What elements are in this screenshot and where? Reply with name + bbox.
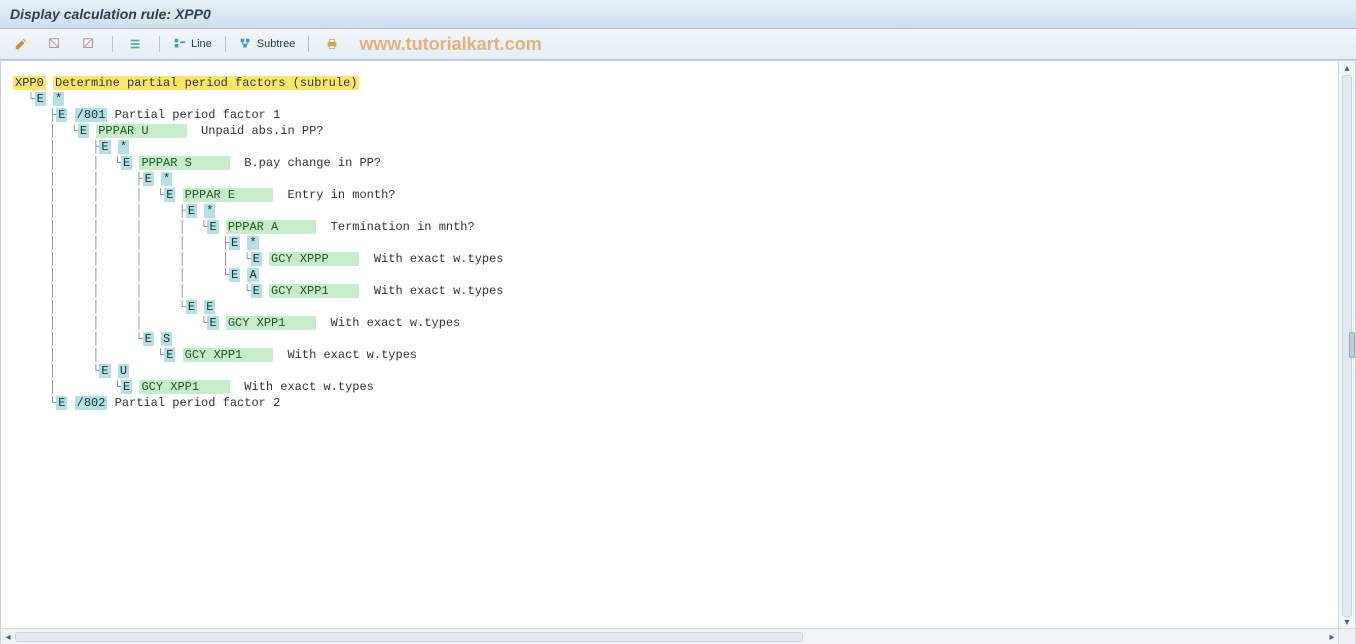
tree-operation[interactable]: GCY XPPP	[269, 252, 359, 266]
tree-desc: Entry in month?	[287, 188, 395, 202]
tree-tag[interactable]: E	[56, 396, 67, 410]
tree-tag[interactable]: E	[164, 348, 175, 362]
collapse-button[interactable]	[74, 33, 104, 55]
tree-tag[interactable]: E	[35, 92, 46, 106]
tree-desc: With exact w.types	[331, 316, 461, 330]
expand-button[interactable]	[40, 33, 70, 55]
edit-button[interactable]	[6, 33, 36, 55]
tree-tag[interactable]: E	[229, 236, 240, 250]
rule-tree[interactable]: XPP0 Determine partial period factors (s…	[1, 61, 1355, 411]
tree-desc: Partial period factor 1	[115, 108, 281, 122]
tree-tag[interactable]: E	[229, 268, 240, 282]
scroll-track[interactable]	[15, 630, 1325, 644]
page-title: Display calculation rule: XPP0	[0, 0, 1356, 29]
tree-desc: With exact w.types	[244, 380, 374, 394]
tree-code[interactable]: /801	[75, 108, 108, 122]
tree-tag[interactable]: E	[251, 284, 262, 298]
tree-operation[interactable]: GCY XPP1	[226, 316, 316, 330]
scroll-right-icon[interactable]: ▸	[1325, 630, 1339, 644]
tree-tag[interactable]: E	[99, 140, 110, 154]
tree-tag[interactable]: E	[164, 188, 175, 202]
line-label: Line	[191, 38, 212, 50]
scroll-down-icon[interactable]: ▾	[1340, 615, 1354, 629]
tree-desc: Partial period factor 2	[115, 396, 281, 410]
tree-operation[interactable]: PPPAR U	[96, 124, 186, 138]
tree-code[interactable]: *	[53, 92, 64, 106]
subtree-icon	[239, 37, 253, 51]
tree-code[interactable]: U	[118, 364, 129, 378]
content-area: XPP0 Determine partial period factors (s…	[0, 60, 1356, 644]
print-button[interactable]	[317, 33, 347, 55]
tree-operation[interactable]: GCY XPP1	[183, 348, 273, 362]
tree-tag[interactable]: E	[143, 172, 154, 186]
horizontal-scrollbar[interactable]: ◂ ▸	[1, 628, 1339, 644]
line-button[interactable]: Line	[168, 33, 217, 55]
tree-desc: B.pay change in PP?	[244, 156, 381, 170]
scroll-grip[interactable]	[1349, 332, 1355, 358]
tree-desc: With exact w.types	[374, 252, 504, 266]
toolbar: Line Subtree www.tutorialkart.com	[0, 29, 1356, 60]
tree-tag[interactable]: E	[78, 124, 89, 138]
tree-code[interactable]: *	[118, 140, 129, 154]
tree-desc: With exact w.types	[287, 348, 417, 362]
tree-desc: Termination in mnth?	[331, 220, 475, 234]
scroll-thumb[interactable]	[15, 632, 803, 642]
tree-operation[interactable]: GCY XPP1	[269, 284, 359, 298]
pencil-icon	[14, 37, 28, 51]
tree-operation[interactable]: PPPAR A	[226, 220, 316, 234]
tree-tag[interactable]: E	[143, 332, 154, 346]
tree-code[interactable]: A	[247, 268, 258, 282]
tree-tag[interactable]: E	[99, 364, 110, 378]
tree-tag[interactable]: E	[186, 300, 197, 314]
print-icon	[325, 37, 339, 51]
scroll-track[interactable]	[1340, 75, 1354, 615]
expand-icon	[48, 37, 62, 51]
separator	[159, 36, 160, 52]
tree-operation[interactable]: GCY XPP1	[139, 380, 229, 394]
tree-tag[interactable]: E	[251, 252, 262, 266]
tree-code[interactable]: *	[247, 236, 258, 250]
watermark: www.tutorialkart.com	[359, 34, 541, 55]
subtree-button[interactable]: Subtree	[234, 33, 301, 55]
tree-tag[interactable]: E	[121, 380, 132, 394]
tree-desc: Unpaid abs.in PP?	[201, 124, 323, 138]
tree-tag[interactable]: E	[121, 156, 132, 170]
scroll-corner	[1338, 628, 1355, 644]
tree-code[interactable]: S	[161, 332, 172, 346]
where-used-button[interactable]	[121, 33, 151, 55]
collapse-icon	[82, 37, 96, 51]
tree-tag[interactable]: E	[186, 204, 197, 218]
tree-root-desc: Determine partial period factors (subrul…	[53, 76, 359, 90]
tree-code[interactable]: *	[204, 204, 215, 218]
tree-desc: With exact w.types	[374, 284, 504, 298]
subtree-label: Subtree	[257, 38, 296, 50]
scroll-up-icon[interactable]: ▴	[1340, 61, 1354, 75]
tree-code[interactable]: /802	[75, 396, 108, 410]
list-icon	[129, 37, 143, 51]
vertical-scrollbar[interactable]: ▴ ▾	[1338, 61, 1355, 629]
tree-tag[interactable]: E	[207, 316, 218, 330]
scroll-left-icon[interactable]: ◂	[1, 630, 15, 644]
tree-code[interactable]: E	[204, 300, 215, 314]
separator	[308, 36, 309, 52]
separator	[112, 36, 113, 52]
tree-operation[interactable]: PPPAR S	[139, 156, 229, 170]
line-icon	[173, 37, 187, 51]
tree-tag[interactable]: E	[207, 220, 218, 234]
tree-code[interactable]: *	[161, 172, 172, 186]
separator	[225, 36, 226, 52]
tree-operation[interactable]: PPPAR E	[183, 188, 273, 202]
tree-root-code[interactable]: XPP0	[13, 76, 46, 90]
tree-tag[interactable]: E	[56, 108, 67, 122]
